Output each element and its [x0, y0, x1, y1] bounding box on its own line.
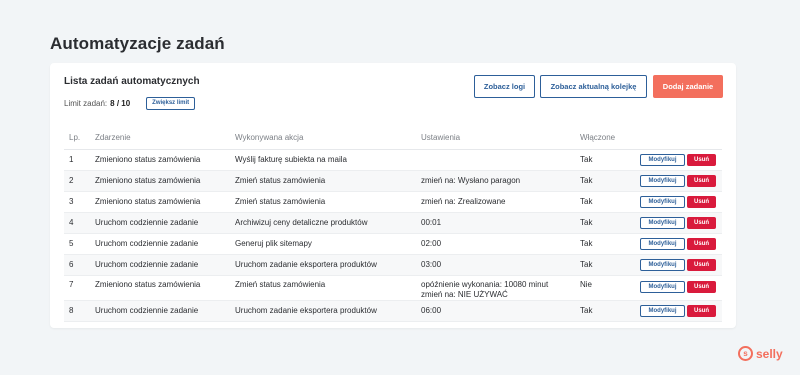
delete-button[interactable]: Usuń: [687, 305, 716, 317]
modify-button[interactable]: Modyfikuj: [640, 217, 685, 229]
table-row: 2 Zmieniono status zamówienia Zmień status…: [64, 171, 722, 192]
header-lp: Lp.: [69, 133, 81, 142]
cell-event: Zmieniono status zamówienia: [95, 176, 201, 185]
cell-action: Zmień status zamówienia: [235, 197, 326, 206]
cell-action: Zmień status zamówienia: [235, 176, 326, 185]
cell-enabled: Tak: [580, 239, 593, 248]
cell-settings: 06:00: [421, 306, 442, 315]
row-actions: Modyfikuj Usuń: [640, 238, 716, 250]
cell-enabled: Tak: [580, 197, 593, 206]
table-row: 7 Zmieniono status zamówienia Zmień status…: [64, 276, 722, 301]
cell-event: Uruchom codziennie zadanie: [95, 218, 199, 227]
table-row: 5 Uruchom codziennie zadanie Generuj plik …: [64, 234, 722, 255]
table-row: 8 Uruchom codziennie zadanie Uruchom zadan…: [64, 301, 722, 322]
selly-logo-icon: s: [738, 346, 753, 361]
cell-action: Uruchom zadanie eksportera produktów: [235, 260, 377, 269]
table-body: 1 Zmieniono status zamówienia Wyślij faktu…: [64, 150, 722, 322]
cell-enabled: Tak: [580, 176, 593, 185]
modify-button[interactable]: Modyfikuj: [640, 281, 685, 293]
cell-lp: 4: [69, 218, 74, 227]
row-actions: Modyfikuj Usuń: [640, 154, 716, 166]
task-list-card: Lista zadań automatycznych Limit zadań: …: [50, 63, 736, 328]
selly-logo: s selly: [738, 346, 783, 361]
row-actions: Modyfikuj Usuń: [640, 217, 716, 229]
cell-event: Zmieniono status zamówienia: [95, 280, 201, 289]
add-task-button[interactable]: Dodaj zadanie: [653, 75, 723, 98]
cell-enabled: Tak: [580, 218, 593, 227]
delete-button[interactable]: Usuń: [687, 154, 716, 166]
task-limit: Limit zadań: 8 / 10 Zwiększ limit: [64, 96, 196, 110]
cell-settings-line1: opóźnienie wykonania: 10080 minut: [421, 280, 549, 289]
modify-button[interactable]: Modyfikuj: [640, 259, 685, 271]
view-logs-button[interactable]: Zobacz logi: [474, 75, 535, 98]
cell-lp: 6: [69, 260, 74, 269]
cell-enabled: Tak: [580, 260, 593, 269]
modify-button[interactable]: Modyfikuj: [640, 238, 685, 250]
cell-settings: 03:00: [421, 260, 442, 269]
view-queue-button[interactable]: Zobacz aktualną kolejkę: [540, 75, 647, 98]
cell-lp: 3: [69, 197, 74, 206]
cell-event: Zmieniono status zamówienia: [95, 197, 201, 206]
cell-event: Zmieniono status zamówienia: [95, 155, 201, 164]
modify-button[interactable]: Modyfikuj: [640, 196, 685, 208]
modify-button[interactable]: Modyfikuj: [640, 175, 685, 187]
page-title: Automatyzacje zadań: [50, 34, 225, 53]
tasks-table: Lp. Zdarzenie Wykonywana akcja Ustawieni…: [64, 130, 722, 322]
header-settings: Ustawienia: [421, 133, 461, 142]
cell-enabled: Tak: [580, 155, 593, 164]
cell-lp: 7: [69, 280, 74, 289]
table-header: Lp. Zdarzenie Wykonywana akcja Ustawieni…: [64, 130, 722, 150]
delete-button[interactable]: Usuń: [687, 175, 716, 187]
logo-text: selly: [756, 346, 783, 361]
cell-action: Archiwizuj ceny detaliczne produktów: [235, 218, 368, 227]
table-row: 6 Uruchom codziennie zadanie Uruchom zadan…: [64, 255, 722, 276]
header-enabled: Włączone: [580, 133, 616, 142]
cell-lp: 2: [69, 176, 74, 185]
table-row: 3 Zmieniono status zamówienia Zmień status…: [64, 192, 722, 213]
cell-lp: 1: [69, 155, 74, 164]
cell-event: Uruchom codziennie zadanie: [95, 239, 199, 248]
header-event: Zdarzenie: [95, 133, 131, 142]
cell-settings: 02:00: [421, 239, 442, 248]
cell-action: Zmień status zamówienia: [235, 280, 326, 289]
row-actions: Modyfikuj Usuń: [640, 175, 716, 187]
cell-enabled: Nie: [580, 280, 593, 289]
cell-enabled: Tak: [580, 306, 593, 315]
row-actions: Modyfikuj Usuń: [640, 305, 716, 317]
cell-action: Generuj plik sitemapy: [235, 239, 312, 248]
cell-event: Uruchom codziennie zadanie: [95, 260, 199, 269]
delete-button[interactable]: Usuń: [687, 259, 716, 271]
cell-settings: zmień na: Zrealizowane: [421, 197, 506, 206]
cell-lp: 8: [69, 306, 74, 315]
limit-value: 8 / 10: [110, 98, 131, 108]
card-title: Lista zadań automatycznych: [64, 76, 200, 87]
modify-button[interactable]: Modyfikuj: [640, 305, 685, 317]
modify-button[interactable]: Modyfikuj: [640, 154, 685, 166]
increase-limit-button[interactable]: Zwiększ limit: [146, 96, 196, 110]
table-row: 4 Uruchom codziennie zadanie Archiwizuj ce…: [64, 213, 722, 234]
cell-settings: 00:01: [421, 218, 442, 227]
delete-button[interactable]: Usuń: [687, 196, 716, 208]
cell-settings: zmień na: Wysłano paragon: [421, 176, 521, 185]
row-actions: Modyfikuj Usuń: [640, 196, 716, 208]
cell-action: Wyślij fakturę subiekta na maila: [235, 155, 347, 164]
cell-settings: opóźnienie wykonania: 10080 minut zmień n…: [421, 280, 548, 299]
cell-event: Uruchom codziennie zadanie: [95, 306, 199, 315]
delete-button[interactable]: Usuń: [687, 238, 716, 250]
delete-button[interactable]: Usuń: [687, 217, 716, 229]
delete-button[interactable]: Usuń: [687, 281, 716, 293]
table-row: 1 Zmieniono status zamówienia Wyślij faktu…: [64, 150, 722, 171]
cell-settings-line2: zmień na: NIE UŻYWAĆ: [421, 289, 508, 299]
limit-label: Limit zadań:: [64, 98, 108, 108]
row-actions: Modyfikuj Usuń: [640, 259, 716, 271]
header-action: Wykonywana akcja: [235, 133, 304, 142]
row-actions: Modyfikuj Usuń: [640, 281, 716, 293]
cell-lp: 5: [69, 239, 74, 248]
cell-action: Uruchom zadanie eksportera produktów: [235, 306, 377, 315]
